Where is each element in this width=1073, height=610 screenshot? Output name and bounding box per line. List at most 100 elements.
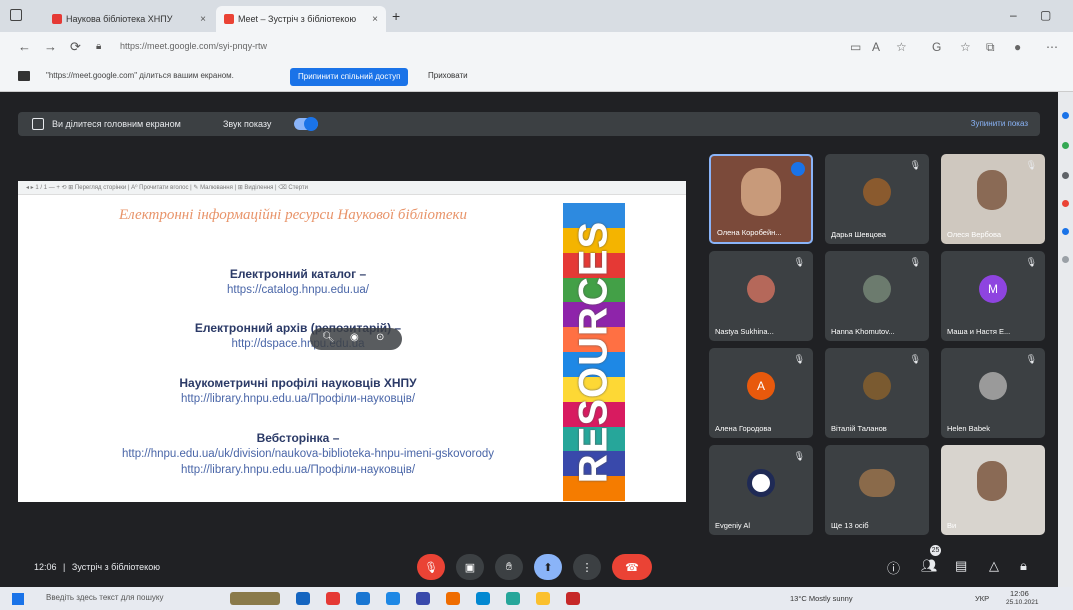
minimize-button[interactable]: –	[1010, 8, 1017, 22]
sidebar-add-icon[interactable]	[1062, 256, 1069, 263]
collections-icon[interactable]: ⧉	[986, 40, 995, 55]
address-bar[interactable]: https://meet.google.com/syi-pnqy-rtw	[112, 37, 812, 57]
tab-library[interactable]: Наукова бібліотека ХНПУ ×	[44, 6, 214, 32]
taskbar-app-icon[interactable]	[356, 592, 370, 605]
participant-tile[interactable]: Ви	[941, 445, 1045, 535]
screen-share-icon	[18, 71, 30, 81]
profile-icon[interactable]: ●	[1014, 40, 1021, 54]
refresh-ext-icon[interactable]: G	[932, 40, 941, 54]
maximize-button[interactable]: ▢	[1040, 8, 1051, 22]
taskbar-app-icon[interactable]	[506, 592, 520, 605]
mic-muted-icon: 🎙︎	[1025, 354, 1037, 364]
participant-name: Nastya Sukhina...	[715, 327, 774, 336]
back-icon[interactable]: ←	[18, 39, 31, 54]
participant-name: Ще 13 осіб	[831, 521, 869, 530]
participant-tile[interactable]: 🎙︎ Олеся Вербова	[941, 154, 1045, 244]
participant-tile[interactable]: Олена Коробейн...	[709, 154, 813, 244]
presentation-label: Ви ділитеся головним екраном	[52, 119, 181, 129]
mic-muted-icon: 🎙︎	[793, 451, 805, 461]
participant-tile[interactable]: A 🎙︎ Алена Городова	[709, 348, 813, 438]
participant-name: Віталій Таланов	[831, 424, 887, 433]
zoom-controls[interactable]: 🔍︎ ◉ ⊙	[310, 328, 402, 350]
mic-muted-icon: 🎙︎	[1025, 160, 1037, 170]
language-indicator[interactable]: УКР	[975, 594, 989, 603]
zoom-out-icon[interactable]: ◉	[350, 332, 359, 343]
weather-status[interactable]: 13°C Mostly sunny	[790, 594, 853, 603]
camera-off-button[interactable]: ▣	[456, 554, 484, 580]
pdf-toolbar: ◂ ▸ 1 / 1 — + ⟲ ⊞ Перегляд сторінки | A⁰…	[18, 181, 686, 195]
participant-tile[interactable]: 🎙︎ Evgeniy Al	[709, 445, 813, 535]
present-button[interactable]: ⬆	[534, 554, 562, 580]
stop-sharing-button[interactable]: Припинити спільний доступ	[290, 68, 409, 86]
sidebar-outlook-icon[interactable]	[1062, 228, 1069, 235]
tab-meet[interactable]: Meet – Зустріч з бібліотекою ×	[216, 6, 386, 32]
info-icon[interactable]: ⓘ	[887, 558, 900, 577]
taskbar-edge-icon[interactable]	[476, 592, 490, 605]
leave-call-button[interactable]: ☎︎	[612, 554, 652, 580]
address-row: ← → ⟳ 🔒︎ https://meet.google.com/syi-pnq…	[0, 32, 1073, 62]
taskbar-folder-icon[interactable]	[536, 592, 550, 605]
taskbar-app-icon[interactable]	[416, 592, 430, 605]
close-tab-icon[interactable]: ×	[200, 14, 206, 25]
participant-avatar: A	[747, 371, 775, 400]
clock-time[interactable]: 12:06	[1010, 589, 1029, 598]
people-icon[interactable]: 👥︎	[921, 558, 938, 574]
participant-name: Олеся Вербова	[947, 230, 1002, 239]
host-controls-icon[interactable]: 🔒︎	[1020, 558, 1027, 574]
participant-tile[interactable]: 🎙︎ Віталій Таланов	[825, 348, 929, 438]
resources-banner: RESOURCES	[563, 203, 625, 501]
participant-avatar	[863, 274, 891, 303]
sidebar-tools-icon[interactable]	[1062, 142, 1069, 149]
camera-indicator-icon[interactable]: ▭	[850, 40, 861, 54]
more-options-button[interactable]: ⋮	[573, 554, 601, 580]
favorites-star-icon[interactable]: ☆	[896, 40, 907, 54]
participant-name: Ви	[947, 521, 957, 530]
taskbar-app-icon[interactable]	[326, 592, 340, 605]
reload-icon[interactable]: ⟳	[70, 39, 81, 55]
participant-tile[interactable]: 🎙︎ Helen Babek	[941, 348, 1045, 438]
zoom-reset-icon[interactable]: ⊙	[376, 332, 384, 343]
participant-tile[interactable]: Ще 13 осіб	[825, 445, 929, 535]
chat-icon[interactable]: ▤	[955, 558, 967, 574]
tab-meet-label: Meet – Зустріч з бібліотекою	[238, 14, 357, 24]
participant-avatar	[747, 274, 775, 303]
mic-muted-icon: 🎙︎	[909, 354, 921, 364]
zoom-in-icon[interactable]: 🔍︎	[322, 332, 335, 343]
taskbar-news-icon[interactable]	[230, 592, 280, 605]
favorites-icon[interactable]: ☆	[960, 40, 971, 54]
mic-muted-icon: 🎙︎	[909, 257, 921, 267]
participant-tile[interactable]: 🎙︎ Hanna Khomutov...	[825, 251, 929, 341]
new-tab-button[interactable]: +	[392, 8, 400, 24]
activities-icon[interactable]: △	[989, 558, 999, 574]
taskbar-app-icon[interactable]	[446, 592, 460, 605]
forward-icon[interactable]: →	[44, 39, 57, 54]
taskbar-app-icon[interactable]	[296, 592, 310, 605]
mic-off-button[interactable]: 🎙︎	[417, 554, 445, 580]
mic-muted-icon: 🎙︎	[1025, 257, 1037, 267]
present-screen-icon	[32, 118, 44, 130]
raise-hand-button[interactable]: ✋︎	[495, 554, 523, 580]
close-tab-icon[interactable]: ×	[372, 14, 378, 25]
participant-tile[interactable]: M 🎙︎ Маша и Настя Е...	[941, 251, 1045, 341]
sidebar-games-icon[interactable]	[1062, 172, 1069, 179]
stop-presenting-button[interactable]: Зупинити показ	[971, 119, 1028, 128]
taskbar-app-icon[interactable]	[566, 592, 580, 605]
tab-actions-icon[interactable]	[10, 9, 22, 21]
start-icon[interactable]	[12, 593, 24, 605]
section-heading: Електронний каталог –	[229, 267, 367, 281]
sidebar-search-icon[interactable]	[1062, 112, 1069, 119]
sidebar-office-icon[interactable]	[1062, 200, 1069, 207]
read-aloud-icon[interactable]: A	[872, 40, 880, 54]
hide-notice-button[interactable]: Приховати	[428, 71, 468, 80]
people-count-badge: 25	[930, 545, 941, 556]
sound-toggle[interactable]	[294, 117, 318, 131]
section-link: http://library.hnpu.edu.ua/Профіли-науко…	[180, 393, 416, 405]
menu-icon[interactable]: ⋯	[1046, 40, 1058, 54]
participant-tile[interactable]: 🎙︎ Дарья Шевцова	[825, 154, 929, 244]
taskbar-app-icon[interactable]	[386, 592, 400, 605]
participant-tile[interactable]: 🎙︎ Nastya Sukhina...	[709, 251, 813, 341]
meeting-time: 12:06	[34, 562, 57, 572]
taskbar-search[interactable]: Введіть здесь текст для пошуку	[46, 593, 163, 602]
share-notice-text: "https://meet.google.com" ділиться вашим…	[46, 71, 234, 80]
participant-name: Дарья Шевцова	[831, 230, 886, 239]
